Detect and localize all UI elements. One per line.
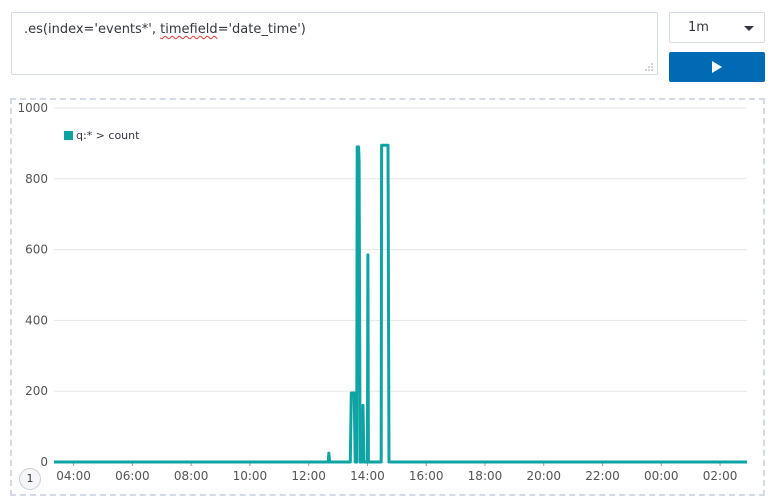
y-tick-label: 400 <box>25 313 48 327</box>
chevron-down-icon <box>744 26 754 31</box>
y-tick-label: 200 <box>25 384 48 398</box>
legend-swatch <box>64 131 73 140</box>
x-tick-label: 14:00 <box>350 469 385 483</box>
x-tick-label: 08:00 <box>174 469 209 483</box>
expression-text[interactable]: .es(index='events*', timefield='date_tim… <box>24 22 306 37</box>
page-badge[interactable]: 1 <box>19 468 41 490</box>
y-tick-label: 1000 <box>17 101 48 115</box>
x-tick-label: 10:00 <box>233 469 268 483</box>
x-tick-label: 02:00 <box>703 469 738 483</box>
expression-suffix: ='date_time') <box>217 22 306 37</box>
x-tick-label: 06:00 <box>115 469 150 483</box>
legend-label: q:* > count <box>76 129 140 142</box>
expression-prefix: .es(index='events*', <box>24 22 161 37</box>
series-line <box>54 143 747 464</box>
x-tick-label: 00:00 <box>644 469 679 483</box>
interval-select[interactable]: 1m <box>669 12 765 43</box>
x-tick-label: 22:00 <box>585 469 620 483</box>
x-tick-label: 20:00 <box>526 469 561 483</box>
x-tick-label: 16:00 <box>409 469 444 483</box>
chart[interactable]: 0 200 400 600 800 1000 04:00 06:00 08:00 10:00 12:… <box>12 100 763 494</box>
expression-underlined-word: timefield <box>160 22 218 37</box>
x-tick-label: 12:00 <box>291 469 326 483</box>
chart-panel: 0 200 400 600 800 1000 04:00 06:00 08:00 10:00 12:… <box>10 98 765 496</box>
y-tick-label: 800 <box>25 172 48 186</box>
x-tick-label: 18:00 <box>468 469 503 483</box>
expression-editor[interactable]: .es(index='events*', timefield='date_tim… <box>11 12 658 75</box>
play-icon <box>712 61 722 73</box>
resize-grip-icon[interactable] <box>645 63 653 71</box>
run-button[interactable] <box>669 52 765 82</box>
x-tick-label: 04:00 <box>56 469 91 483</box>
y-tick-label: 600 <box>25 243 48 257</box>
y-tick-label: 0 <box>40 455 48 469</box>
interval-value: 1m <box>688 20 709 35</box>
